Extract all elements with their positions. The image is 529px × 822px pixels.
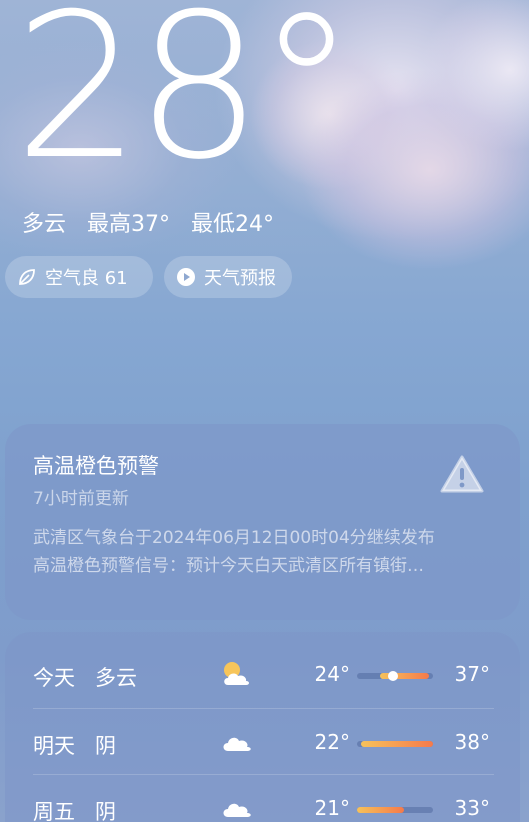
forecast-row-today[interactable]: 今天 多云 24° 37° (5, 642, 520, 708)
alert-line: 武清区气象台于2024年06月12日00时04分继续发布 (33, 528, 435, 548)
current-condition: 多云 (22, 212, 67, 237)
forecast-high: 38° (454, 730, 490, 754)
current-summary: 多云 最高37° 最低24° (22, 206, 288, 238)
forecast-day: 今天 (33, 666, 75, 690)
row-divider (33, 774, 494, 775)
weather-screen: 28° 多云 最高37° 最低24° 空气良 61 天气预报 高温橙色预警 7小… (0, 0, 529, 822)
play-icon (176, 267, 196, 287)
forecast-chip-label: 天气预报 (204, 268, 276, 289)
temperature-range-bar (357, 671, 433, 681)
forecast-condition: 多云 (95, 666, 137, 690)
forecast-chip[interactable]: 天气预报 (164, 256, 292, 298)
forecast-condition: 阴 (95, 800, 116, 822)
row-divider (33, 708, 494, 709)
leaf-icon (17, 267, 37, 287)
forecast-row-friday[interactable]: 周五 阴 21° 33° (5, 776, 520, 822)
forecast-day: 周五 (33, 800, 75, 822)
air-quality-label: 空气良 61 (45, 268, 128, 289)
alert-title: 高温橙色预警 (33, 454, 159, 478)
forecast-condition: 阴 (95, 734, 116, 758)
weather-alert-card[interactable]: 高温橙色预警 7小时前更新 武清区气象台于2024年06月12日00时04分继续… (5, 424, 520, 620)
daily-forecast-card: 今天 多云 24° 37° 明天 阴 22° 38° 周五 阴 21° 33° (5, 632, 520, 822)
forecast-low: 22° (314, 730, 350, 754)
air-quality-chip[interactable]: 空气良 61 (5, 256, 153, 298)
current-temperature-marker (388, 671, 399, 681)
forecast-low: 21° (314, 796, 350, 820)
temperature-range-fill (379, 673, 430, 679)
partly-cloudy-icon (219, 659, 253, 693)
temperature-range-bar (357, 807, 433, 813)
forecast-high: 37° (454, 662, 490, 686)
alert-updated-time: 7小时前更新 (33, 489, 129, 509)
forecast-low: 24° (314, 662, 350, 686)
forecast-high: 33° (454, 796, 490, 820)
low-temp: 最低24° (191, 212, 275, 237)
temperature-range-fill (360, 741, 433, 747)
high-temp: 最高37° (87, 212, 171, 237)
cloud-icon (219, 727, 253, 761)
forecast-day: 明天 (33, 734, 75, 758)
alert-line: 高温橙色预警信号：预计今天白天武清区所有镇街… (33, 556, 424, 576)
temperature-range-fill (357, 807, 405, 813)
cloud-icon (219, 793, 253, 822)
warning-icon (440, 454, 484, 498)
forecast-row-tomorrow[interactable]: 明天 阴 22° 38° (5, 710, 520, 776)
temperature-range-bar (357, 741, 433, 747)
current-temperature: 28° (14, 0, 356, 204)
alert-description: 武清区气象台于2024年06月12日00时04分继续发布 高温橙色预警信号：预计… (33, 524, 493, 580)
